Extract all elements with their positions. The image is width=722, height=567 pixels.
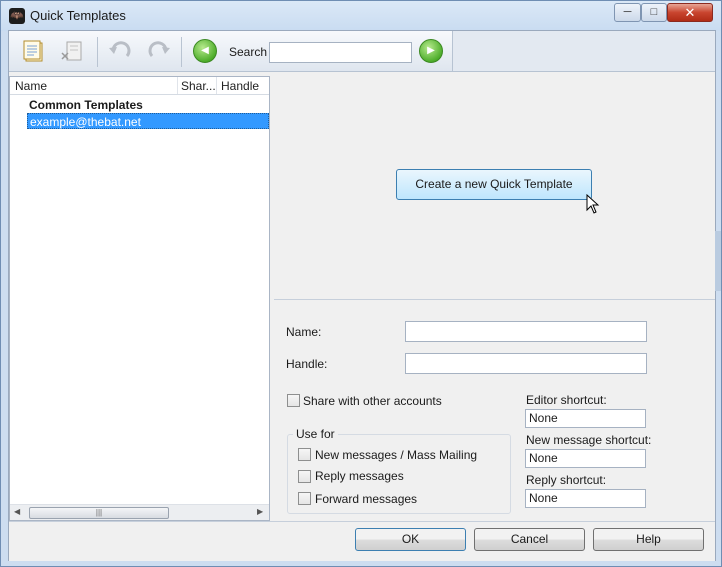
editor-shortcut-label: Editor shortcut:: [526, 393, 607, 407]
arrow-right-icon: ▶: [419, 39, 443, 63]
share-checkbox[interactable]: [287, 394, 300, 407]
search-back-button[interactable]: ◀: [190, 37, 220, 65]
tree-item-common-templates[interactable]: Common Templates: [27, 97, 143, 113]
search-input[interactable]: [269, 42, 412, 63]
delete-template-icon: [61, 41, 82, 61]
column-divider[interactable]: [216, 77, 217, 94]
name-label: Name:: [286, 325, 322, 339]
new-messages-checkbox[interactable]: [298, 448, 311, 461]
close-button[interactable]: ✕: [667, 3, 713, 22]
scrollbar-thumb[interactable]: |||: [29, 507, 169, 519]
create-template-button[interactable]: Create a new Quick Template: [396, 169, 592, 200]
search-label: Search: [229, 45, 268, 59]
help-button[interactable]: Help: [593, 528, 704, 551]
toolbar: ◀ Search ▶: [9, 31, 453, 72]
tree-header: Name Shar... Handle: [10, 77, 269, 95]
template-editor-area: Create a new Quick Template: [274, 76, 715, 298]
tree-item-account[interactable]: example@thebat.net: [27, 113, 269, 129]
maximize-button[interactable]: □: [641, 3, 667, 22]
column-header-handle[interactable]: Handle: [221, 79, 259, 93]
undo-icon: [109, 41, 131, 57]
scroll-left-icon[interactable]: ◀: [14, 507, 20, 516]
column-header-shared[interactable]: Shar...: [181, 79, 216, 93]
window-edge-scroll: [715, 231, 721, 291]
share-label[interactable]: Share with other accounts: [303, 394, 442, 408]
reply-messages-label[interactable]: Reply messages: [315, 469, 404, 483]
window-title: Quick Templates: [30, 8, 126, 23]
the-bat-app-icon: 🦇: [9, 8, 25, 24]
toolbar-empty-area: [453, 31, 715, 72]
new-messages-label[interactable]: New messages / Mass Mailing: [315, 448, 477, 462]
new-template-icon: [23, 40, 43, 62]
undo-button[interactable]: [105, 37, 135, 65]
horizontal-scrollbar[interactable]: ◀ ||| ▶: [10, 504, 269, 520]
column-divider[interactable]: [177, 77, 178, 94]
reply-shortcut-field[interactable]: None: [525, 489, 646, 508]
dialog-button-bar: OK Cancel Help: [9, 521, 715, 561]
template-properties: Name: Handle: Share with other accounts …: [274, 299, 715, 521]
cancel-button[interactable]: Cancel: [474, 528, 585, 551]
mouse-cursor-icon: [586, 194, 600, 214]
template-tree[interactable]: Name Shar... Handle Common Templates exa…: [9, 76, 270, 521]
scroll-right-icon[interactable]: ▶: [257, 507, 263, 516]
reply-messages-checkbox[interactable]: [298, 470, 311, 483]
new-message-shortcut-field[interactable]: None: [525, 449, 646, 468]
reply-shortcut-label: Reply shortcut:: [526, 473, 607, 487]
forward-messages-label[interactable]: Forward messages: [315, 492, 417, 506]
search-forward-button[interactable]: ▶: [416, 37, 446, 65]
new-message-shortcut-label: New message shortcut:: [526, 433, 652, 447]
dialog-client-area: ◀ Search ▶ Name Shar... Handle Common Te…: [8, 30, 716, 561]
toolbar-separator: [181, 37, 182, 67]
ok-button[interactable]: OK: [355, 528, 466, 551]
arrow-left-icon: ◀: [193, 39, 217, 63]
title-bar[interactable]: 🦇 Quick Templates ─ □ ✕: [1, 1, 721, 31]
delete-template-button[interactable]: [57, 37, 87, 65]
editor-shortcut-field[interactable]: None: [525, 409, 646, 428]
name-input[interactable]: [405, 321, 647, 342]
redo-button[interactable]: [144, 37, 174, 65]
handle-label: Handle:: [286, 357, 328, 371]
handle-input[interactable]: [405, 353, 647, 374]
use-for-group: Use for New messages / Mass Mailing Repl…: [287, 427, 511, 514]
new-template-button[interactable]: [19, 37, 49, 65]
column-header-name[interactable]: Name: [15, 79, 47, 93]
quick-templates-window: 🦇 Quick Templates ─ □ ✕ ◀ Search ▶ Name …: [0, 0, 722, 567]
forward-messages-checkbox[interactable]: [298, 492, 311, 505]
redo-icon: [148, 41, 170, 57]
minimize-button[interactable]: ─: [614, 3, 641, 22]
toolbar-separator: [97, 37, 98, 67]
use-for-title: Use for: [293, 427, 338, 441]
